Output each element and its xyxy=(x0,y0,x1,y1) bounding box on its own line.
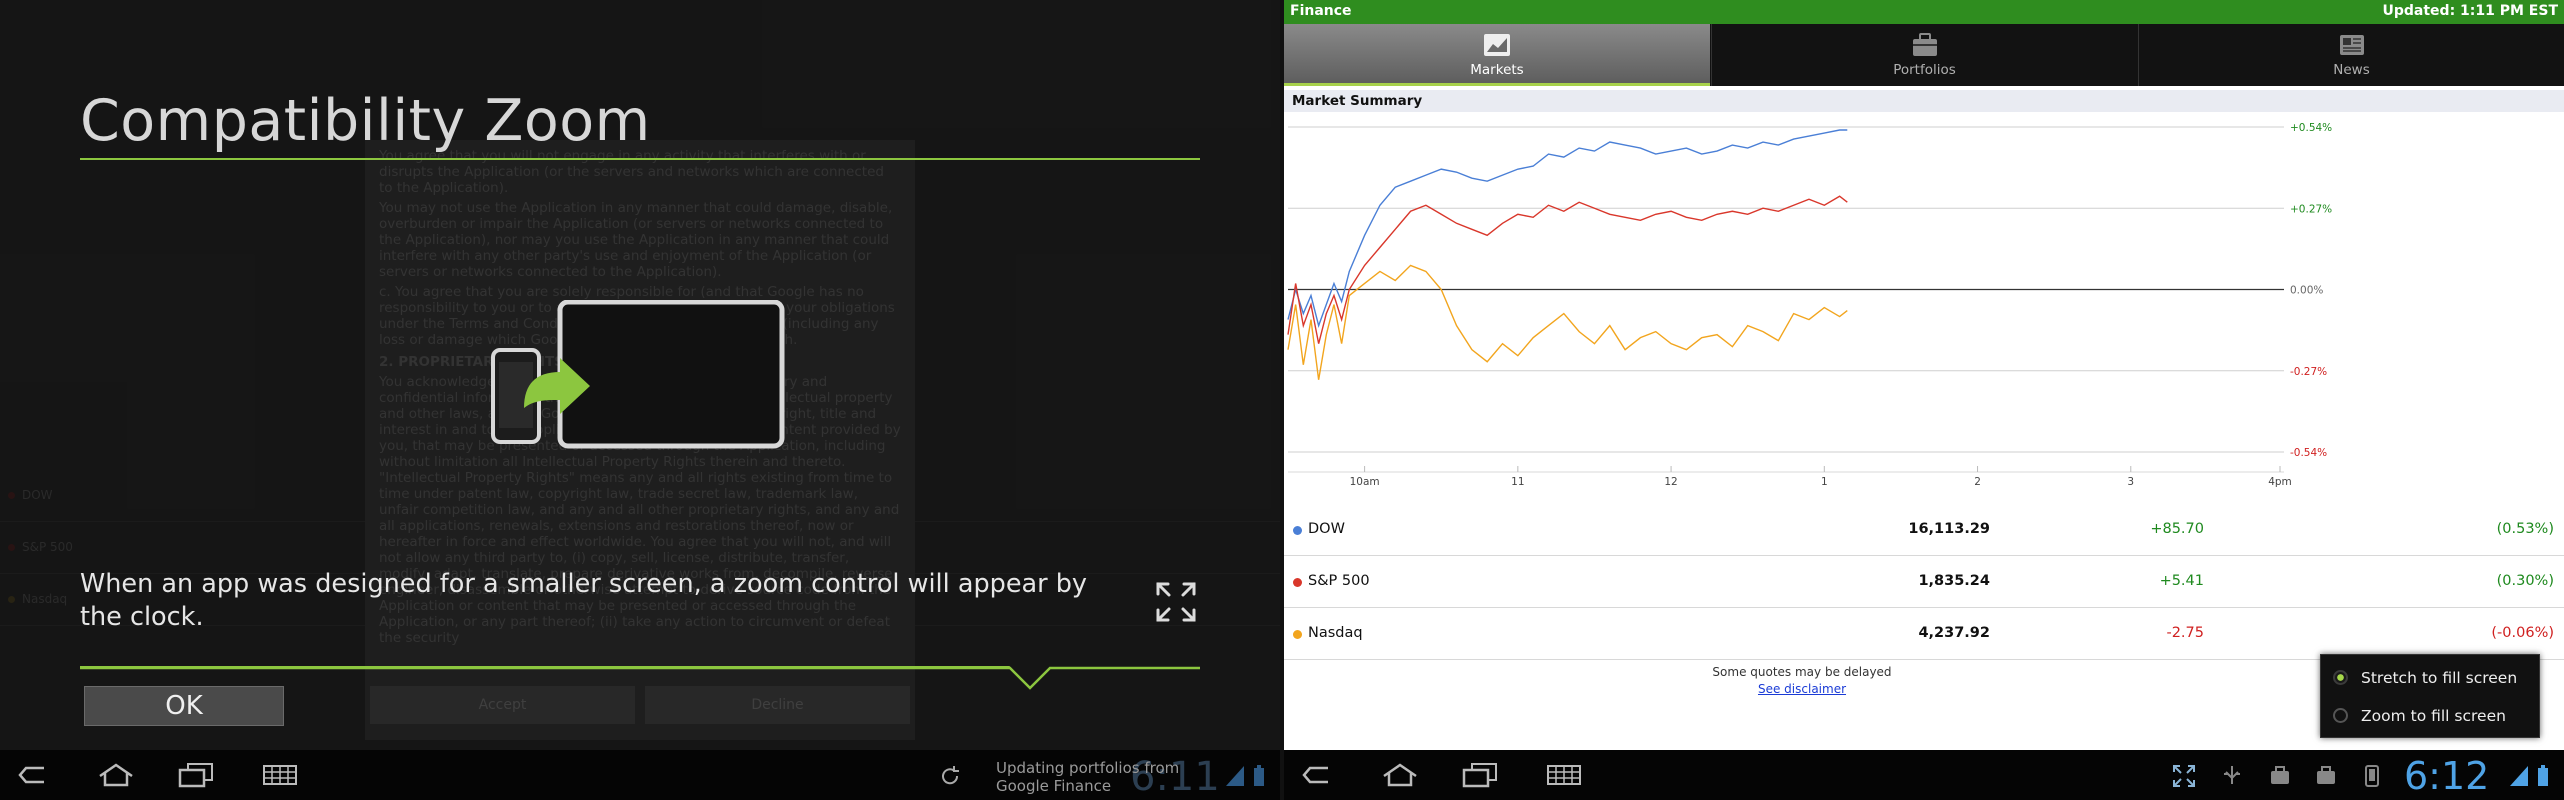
dialog-title: Compatibility Zoom xyxy=(80,88,651,154)
radio-unselected-icon xyxy=(2333,708,2348,723)
system-bar: 6:11 Updating portfolios from Google Fin… xyxy=(0,750,1280,800)
recent-apps-icon[interactable] xyxy=(1460,760,1500,790)
updated-time: Updated: 1:11 PM EST xyxy=(2382,3,2559,19)
quote-list: DOW 16,113.29 +85.70 (0.53%) S&P 500 1,8… xyxy=(1284,504,2564,660)
y-tick-label: +0.54% xyxy=(2290,122,2332,134)
market-chart-svg: +0.54%+0.27%0.00%-0.27%-0.54%10am 11 12 1 2 3… xyxy=(1287,122,2332,488)
x-tick-label: 2 xyxy=(1974,476,1981,488)
tab-label: Portfolios xyxy=(1893,62,1956,78)
quote-change: -2.75 xyxy=(2166,625,2204,641)
section-header: Market Summary xyxy=(1284,90,2564,112)
quote-value: 4,237.92 xyxy=(1918,625,1990,641)
quote-name: S&P 500 xyxy=(1308,573,1370,589)
market-chart: +0.54% +0.27% 0.00% -0.27% -0.54% 10am 11 12 1 2 3… xyxy=(1284,112,2564,502)
x-tick-label: 10am xyxy=(1350,476,1380,488)
home-icon[interactable] xyxy=(1380,760,1420,790)
y-tick-label: -0.27% xyxy=(2290,366,2327,378)
x-tick-label: 11 xyxy=(1511,476,1524,488)
usb-icon xyxy=(2224,766,2240,784)
menu-icon[interactable] xyxy=(260,760,300,790)
menu-icon[interactable] xyxy=(1544,760,1584,790)
quote-row-dow[interactable]: DOW 16,113.29 +85.70 (0.53%) xyxy=(1284,504,2564,556)
signal-battery-icon xyxy=(2510,765,2548,786)
zoom-option[interactable]: Zoom to fill screen xyxy=(2321,697,2541,735)
recent-apps-icon[interactable] xyxy=(176,760,216,790)
tab-label: News xyxy=(2333,62,2370,78)
phone-to-tablet-illustration xyxy=(491,300,785,449)
back-icon[interactable] xyxy=(1298,760,1338,790)
quote-value: 1,835.24 xyxy=(1918,573,1990,589)
compat-zoom-icon[interactable] xyxy=(2172,764,2196,788)
screen-fit-menu: Stretch to fill screen Zoom to fill scre… xyxy=(2320,654,2540,738)
disclaimer-link[interactable]: See disclaimer xyxy=(1284,682,2320,696)
quote-name: DOW xyxy=(1308,521,1345,537)
radio-selected-icon xyxy=(2333,670,2348,685)
quote-change: +5.41 xyxy=(2159,573,2204,589)
x-tick-label: 4pm xyxy=(2268,476,2292,488)
briefcase-notification-icon xyxy=(2271,766,2289,784)
y-tick-label: 0.00% xyxy=(2290,285,2323,297)
quote-name: Nasdaq xyxy=(1308,625,1363,641)
series-dot xyxy=(1293,630,1302,639)
briefcase-icon xyxy=(1912,33,1937,56)
tab-markets[interactable]: Markets xyxy=(1284,24,1710,86)
briefcase-notification-icon xyxy=(2317,766,2335,784)
status-ticker: Updating portfolios from Google Finance xyxy=(996,759,1180,795)
left-pane: DOW S&P 500 Nasdaq You agree that you wi… xyxy=(0,0,1280,800)
ok-button[interactable]: OK xyxy=(84,686,284,726)
quote-percent: (0.30%) xyxy=(2496,573,2554,589)
chart-icon xyxy=(1484,34,1510,56)
y-tick-label: +0.27% xyxy=(2290,203,2332,215)
signal-battery-icon xyxy=(1226,765,1264,786)
series-line-dow xyxy=(1287,129,1848,328)
x-tick-label: 12 xyxy=(1664,476,1677,488)
quote-percent: (0.53%) xyxy=(2496,521,2554,537)
quote-row-sp500[interactable]: S&P 500 1,835.24 +5.41 (0.30%) xyxy=(1284,556,2564,608)
phone-icon xyxy=(2365,765,2379,787)
delay-note: Some quotes may be delayed xyxy=(1712,665,1892,679)
clock: 6:12 xyxy=(2404,754,2490,798)
app-title: Finance xyxy=(1290,3,1352,19)
series-dot xyxy=(1293,578,1302,587)
quote-row-nasdaq[interactable]: Nasdaq 4,237.92 -2.75 (-0.06%) xyxy=(1284,608,2564,660)
tab-news[interactable]: News xyxy=(2138,24,2564,86)
app-bar: Finance Updated: 1:11 PM EST xyxy=(1284,0,2564,24)
series-line-nasdaq xyxy=(1287,264,1848,380)
y-tick-label: -0.54% xyxy=(2290,447,2327,459)
newspaper-icon xyxy=(2339,35,2364,55)
stretch-option[interactable]: Stretch to fill screen xyxy=(2321,659,2541,697)
quote-value: 16,113.29 xyxy=(1908,521,1990,537)
title-divider xyxy=(80,158,1200,160)
option-label: Zoom to fill screen xyxy=(2361,707,2506,725)
tab-bar: Markets Portfolios News xyxy=(1284,24,2564,86)
quote-percent: (-0.06%) xyxy=(2491,625,2554,641)
finance-app: Finance Updated: 1:11 PM EST Markets Por… xyxy=(1284,0,2564,800)
expand-icon xyxy=(1156,582,1196,622)
series-dot xyxy=(1293,526,1302,535)
home-icon[interactable] xyxy=(96,760,136,790)
x-tick-label: 1 xyxy=(1821,476,1828,488)
quote-change: +85.70 xyxy=(2150,521,2204,537)
x-tick-label: 3 xyxy=(2127,476,2134,488)
tab-portfolios[interactable]: Portfolios xyxy=(1711,24,2137,86)
system-bar: 6:12 xyxy=(1284,750,2564,800)
option-label: Stretch to fill screen xyxy=(2361,669,2518,687)
sync-icon xyxy=(942,766,959,785)
series-line-s-p-500 xyxy=(1287,195,1848,344)
dialog-description: When an app was designed for a smaller s… xyxy=(80,569,1088,632)
back-icon[interactable] xyxy=(14,760,54,790)
tab-label: Markets xyxy=(1470,62,1524,78)
